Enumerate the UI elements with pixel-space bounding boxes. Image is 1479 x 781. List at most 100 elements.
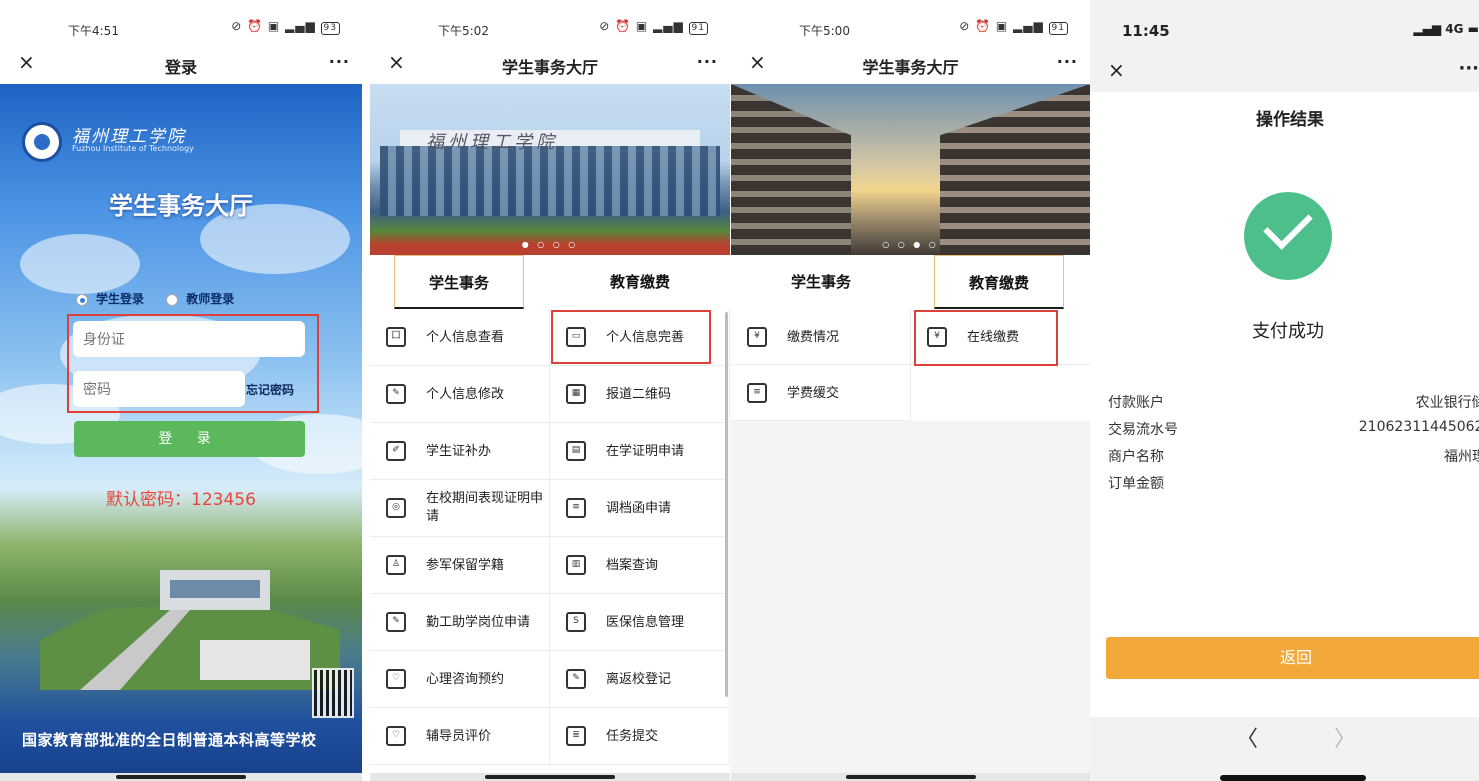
service-item[interactable]: ≡ 调档函申请 [550,480,730,537]
more-icon[interactable]: ··· [1057,52,1078,71]
radio-student-login[interactable]: 学生登录 [76,290,144,307]
status-bar: 11:45 ▂▄▆ 4G ▬ [1090,0,1479,58]
heart-icon: ♡ [386,669,406,689]
service-item[interactable]: ◎ 在校期间表现证明申请 [370,480,550,537]
highlight-box [551,310,711,364]
home-indicator [370,773,730,781]
nav-bar: × ··· [1090,58,1479,92]
soldier-icon: ♙ [386,555,406,575]
row-payment-account: 付款账户 农业银行储蓄卡(6 [1108,392,1479,412]
row-label: 交易流水号 [1108,422,1178,438]
task-icon: ≣ [566,726,586,746]
service-item[interactable]: ≡ 学费缓交 [731,365,911,421]
row-value: 元 [1278,473,1479,493]
service-item[interactable]: ▦ 报道二维码 [550,366,730,423]
banner-carousel[interactable]: 福州理工学院 ● ○ ○ ○ [370,84,730,255]
service-item-label: 缴费情况 [787,330,840,345]
more-icon[interactable]: ··· [329,52,350,71]
close-icon[interactable]: × [1108,58,1125,82]
tab-bar: 学生事务 教育缴费 [370,255,730,309]
service-item-label: 学费缓交 [787,386,840,401]
service-item[interactable]: ✐ 学生证补办 [370,423,550,480]
result-title: 操作结果 [1256,110,1324,130]
status-time: 11:45 [1122,22,1170,40]
service-item[interactable]: ▤ 在学证明申请 [550,423,730,480]
service-item[interactable]: ✎ 个人信息修改 [370,366,550,423]
service-item-label: 档案查询 [606,558,659,573]
more-icon[interactable]: ··· [697,52,718,71]
qr-code-image [312,668,354,718]
login-type-radios: 学生登录 教师登录 [76,290,252,307]
service-item[interactable]: ✎ 勤工助学岗位申请 [370,594,550,651]
service-item-label: 心理咨询预约 [426,672,505,687]
service-item[interactable]: ≣ 任务提交 [550,708,730,765]
tab-education-fees[interactable]: 教育缴费 [570,255,710,309]
scrollbar[interactable] [725,312,728,697]
default-password-hint: 默认密码：123456 [106,490,256,510]
forward-arrow-icon[interactable]: 〉 [1334,721,1356,753]
id-card-icon: 囗 [386,327,406,347]
radio-teacher-login[interactable]: 教师登录 [166,290,234,307]
service-item-label: 个人信息修改 [426,387,505,402]
row-value: 农业银行储蓄卡(6 [1415,395,1479,411]
forgot-password-link[interactable]: 忘记密码 [246,381,294,398]
user-edit-icon: ✎ [386,384,406,404]
row-label: 付款账户 [1108,395,1164,411]
service-item[interactable]: ♡ 心理咨询预约 [370,651,550,708]
certificate-icon: ▤ [566,441,586,461]
result-card: 操作结果 支付成功 付款账户 农业银行储蓄卡(6 交易流水号 210623114… [1090,92,1479,717]
battery-icon: 91 [1048,22,1068,35]
service-item-label: 辅导员评价 [426,729,492,744]
defer-fee-icon: ≡ [747,383,767,403]
status-icons: ⊘ ⏰ ▣ ▂▄▆ 93 [231,19,340,35]
badge-icon: ♡ [386,726,406,746]
id-number-input[interactable] [73,321,305,357]
back-arrow-icon[interactable]: 〈 [1236,721,1258,753]
qr-code-icon: ▦ [566,384,586,404]
row-value: 福州理工学院 [1444,449,1479,465]
status-bar: 下午5:00 ⊘ ⏰ ▣ ▂▄▆ 91 [731,0,1090,44]
password-input[interactable] [73,371,245,407]
status-time: 下午5:02 [438,24,489,38]
page-title: 登录 [164,58,197,77]
service-item-label: 报道二维码 [606,387,672,402]
tab-student-affairs[interactable]: 学生事务 [751,255,891,309]
login-button[interactable]: 登 录 [74,421,305,457]
banner-carousel[interactable]: ○ ○ ● ○ [731,84,1090,255]
status-time: 下午4:51 [68,24,119,38]
row-order-amount: 订单金额 元 [1108,473,1164,493]
tab-education-fees[interactable]: 教育缴费 [934,255,1064,309]
register-icon: ✎ [566,669,586,689]
school-name-en: Fuzhou Institute of Technology [72,144,194,153]
home-indicator [1220,775,1366,781]
row-label: 订单金额 [1108,476,1164,492]
service-item[interactable]: ♙ 参军保留学籍 [370,537,550,594]
hall-student-affairs-screen: 下午5:02 ⊘ ⏰ ▣ ▂▄▆ 91 × 学生事务大厅 ··· 福州理工学院 … [370,0,730,781]
row-merchant-name: 商户名称 福州理工学院 [1108,446,1479,466]
tab-student-affairs[interactable]: 学生事务 [394,255,524,309]
service-item[interactable]: ¥ 缴费情况 [731,309,911,365]
empty-area [731,421,1090,781]
service-item[interactable]: ▥ 档案查询 [550,537,730,594]
nav-bar: × 登录 ··· [0,44,362,84]
service-item[interactable]: S 医保信息管理 [550,594,730,651]
service-item[interactable]: 囗 个人信息查看 [370,309,550,366]
service-item-label: 在学证明申请 [606,444,685,459]
status-icons: ⊘ ⏰ ▣ ▂▄▆ 91 [599,19,708,35]
service-item[interactable]: ✎ 离返校登记 [550,651,730,708]
radio-teacher-label: 教师登录 [186,292,235,306]
carousel-dots: ● ○ ○ ○ [521,240,579,249]
service-item-label: 任务提交 [606,729,659,744]
home-indicator [731,773,1090,781]
hall-education-fees-screen: 下午5:00 ⊘ ⏰ ▣ ▂▄▆ 91 × 学生事务大厅 ··· ○ ○ ● ○… [731,0,1090,781]
service-item-label: 个人信息查看 [426,330,505,345]
archive-icon: ▥ [566,555,586,575]
page-title: 学生事务大厅 [501,58,598,77]
more-icon[interactable]: ··· [1458,58,1479,79]
slogan-text: 国家教育部批准的全日制普通本科高等学校 [22,731,317,749]
service-item-label: 参军保留学籍 [426,558,505,573]
back-button[interactable]: 返回 [1106,637,1479,679]
status-bar: 下午4:51 ⊘ ⏰ ▣ ▂▄▆ 93 [0,0,362,44]
service-item[interactable]: ♡ 辅导员评价 [370,708,550,765]
document-icon: ≡ [566,498,586,518]
